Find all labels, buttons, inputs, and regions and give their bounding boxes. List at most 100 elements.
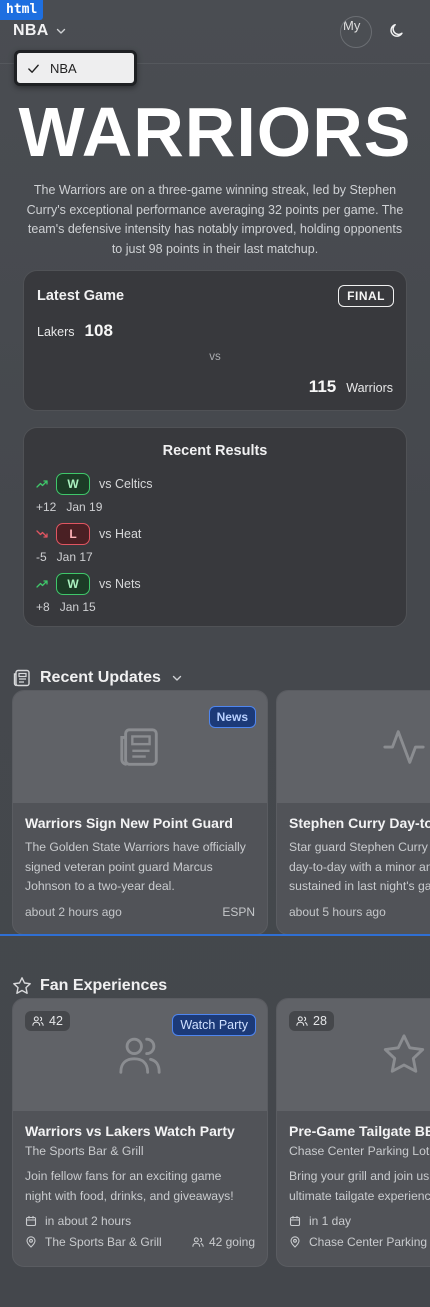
dev-html-tag: html	[0, 0, 44, 20]
home-team-score: 115	[308, 377, 337, 396]
map-pin-icon	[26, 1236, 36, 1248]
trending-up-icon	[36, 480, 48, 488]
event-location-text: The Sports Bar & Grill	[45, 1235, 162, 1249]
update-title: Warriors Sign New Point Guard	[25, 815, 233, 831]
update-title: Stephen Curry Day-to-Day	[289, 815, 430, 831]
event-type-badge: Watch Party	[172, 1014, 256, 1036]
result-opponent: vs Celtics	[99, 477, 153, 491]
star-icon	[13, 977, 31, 994]
event-going-text: 42 going	[208, 1235, 255, 1249]
fan-event-card[interactable]: 28 Pre-Game Tailgate BBQ Chase Center Pa…	[276, 998, 430, 1267]
update-description: The Golden State Warriors have officiall…	[25, 838, 255, 897]
result-opponent: vs Heat	[99, 527, 142, 541]
latest-game-title: Latest Game	[37, 288, 125, 304]
event-venue: Chase Center Parking Lot	[289, 1144, 430, 1158]
result-badge-win: W	[56, 473, 90, 495]
section-divider	[0, 934, 430, 936]
update-time: about 5 hours ago	[289, 904, 386, 919]
event-time: in about 2 hours	[25, 1214, 255, 1228]
result-row: L vs Heat -5 Jan 17	[36, 523, 141, 564]
away-team-score: 108	[84, 321, 113, 340]
map-pin-icon	[290, 1236, 300, 1248]
fan-experiences-carousel[interactable]: 42 Watch Party Warriors vs Lakers Watch …	[0, 998, 430, 1268]
result-opponent: vs Nets	[99, 577, 141, 591]
league-selector[interactable]: NBA	[13, 22, 67, 40]
fan-experiences-header: Fan Experiences	[12, 976, 167, 996]
event-time: in 1 day	[289, 1214, 430, 1228]
desc-line: signed veteran point guard Marcus	[25, 859, 213, 874]
attendee-count-pill: 28	[289, 1011, 334, 1031]
attendee-count: 42	[49, 1014, 63, 1028]
check-icon	[28, 64, 39, 73]
desc-line: night with food, drinks, and giveaways!	[25, 1188, 234, 1203]
event-title: Pre-Game Tailgate BBQ	[289, 1123, 430, 1139]
updates-carousel[interactable]: News Warriors Sign New Point Guard The G…	[0, 690, 430, 934]
result-margin: -5	[36, 550, 47, 564]
activity-icon	[383, 730, 425, 764]
users-icon	[296, 1016, 308, 1026]
trending-down-icon	[36, 530, 48, 538]
avatar[interactable]: My	[340, 16, 372, 48]
recent-results-card: Recent Results W vs Celtics +12 Jan 19 L…	[23, 427, 407, 627]
desc-line: Johnson to a two-year deal.	[25, 879, 175, 893]
game-status-badge: FINAL	[338, 285, 394, 307]
away-team: Lakers 108	[37, 321, 113, 341]
users-icon	[192, 1237, 204, 1247]
desc-line: Star guard Stephen Curry is	[289, 840, 430, 854]
result-badge-win: W	[56, 573, 90, 595]
recent-updates-header[interactable]: Recent Updates	[12, 668, 183, 688]
update-time: about 2 hours ago	[25, 904, 122, 919]
update-card[interactable]: Stephen Curry Day-to-Day Star guard Step…	[276, 690, 430, 934]
home-team: 115 Warriors	[309, 377, 393, 397]
update-tag-badge: News	[208, 706, 256, 728]
desc-line: sustained in last night's game	[289, 879, 430, 893]
chevron-down-icon	[56, 28, 65, 34]
result-row: W vs Nets +8 Jan 15	[36, 573, 141, 614]
result-date: Jan 15	[59, 600, 96, 614]
desc-line: day-to-day with a minor ankle	[289, 859, 430, 874]
fan-experiences-title: Fan Experiences	[40, 977, 168, 994]
update-card-media: News	[13, 691, 267, 803]
result-badge-loss: L	[56, 523, 90, 545]
team-title: WARRIORS	[18, 93, 412, 171]
event-time-text: in about 2 hours	[45, 1214, 132, 1228]
fan-event-media: 28	[277, 999, 430, 1111]
recent-results-title: Recent Results	[162, 443, 268, 459]
users-icon	[32, 1016, 44, 1026]
event-description: Bring your grill and join us for the ult…	[289, 1167, 430, 1206]
chevron-down-icon	[172, 675, 182, 681]
event-location: The Sports Bar & Grill	[25, 1235, 162, 1249]
update-description: Star guard Stephen Curry is day-to-day w…	[289, 838, 430, 897]
result-date: Jan 19	[66, 500, 103, 514]
moon-icon[interactable]	[388, 22, 406, 40]
event-time-text: in 1 day	[309, 1214, 352, 1228]
fan-event-card[interactable]: 42 Watch Party Warriors vs Lakers Watch …	[12, 998, 268, 1267]
desc-line: Join fellow fans for an exciting game	[25, 1169, 222, 1183]
dropdown-item-label: NBA	[50, 60, 77, 76]
avatar-alt-text: My	[343, 18, 361, 33]
versus-label: vs	[209, 351, 221, 363]
update-card[interactable]: News Warriors Sign New Point Guard The G…	[12, 690, 268, 934]
star-icon	[383, 1034, 425, 1073]
newspaper-icon	[120, 728, 158, 766]
event-venue: The Sports Bar & Grill	[25, 1144, 144, 1158]
result-margin: +12	[36, 500, 57, 514]
desc-line: Bring your grill and join us for the	[289, 1169, 430, 1183]
event-location-text: Chase Center Parking	[309, 1235, 428, 1249]
desc-line: The Golden State Warriors have officiall…	[25, 840, 246, 854]
attendee-count: 28	[313, 1014, 327, 1028]
event-location: Chase Center Parking	[289, 1235, 427, 1249]
event-title: Warriors vs Lakers Watch Party	[25, 1123, 235, 1139]
away-team-name: Lakers	[37, 325, 75, 339]
desc-line: ultimate tailgate experience!	[289, 1188, 430, 1203]
latest-game-card: Latest Game FINAL Lakers 108 vs 115 Warr…	[23, 270, 407, 411]
newspaper-icon	[13, 669, 30, 687]
users-icon	[119, 1037, 161, 1074]
dropdown-item-nba[interactable]: NBA	[17, 53, 134, 83]
league-dropdown-menu: NBA	[14, 50, 137, 86]
fan-event-media: 42 Watch Party	[13, 999, 267, 1111]
recent-updates-title: Recent Updates	[40, 669, 161, 686]
attendee-count-pill: 42	[25, 1011, 70, 1031]
league-selector-label: NBA	[13, 22, 49, 39]
result-date: Jan 17	[56, 550, 93, 564]
